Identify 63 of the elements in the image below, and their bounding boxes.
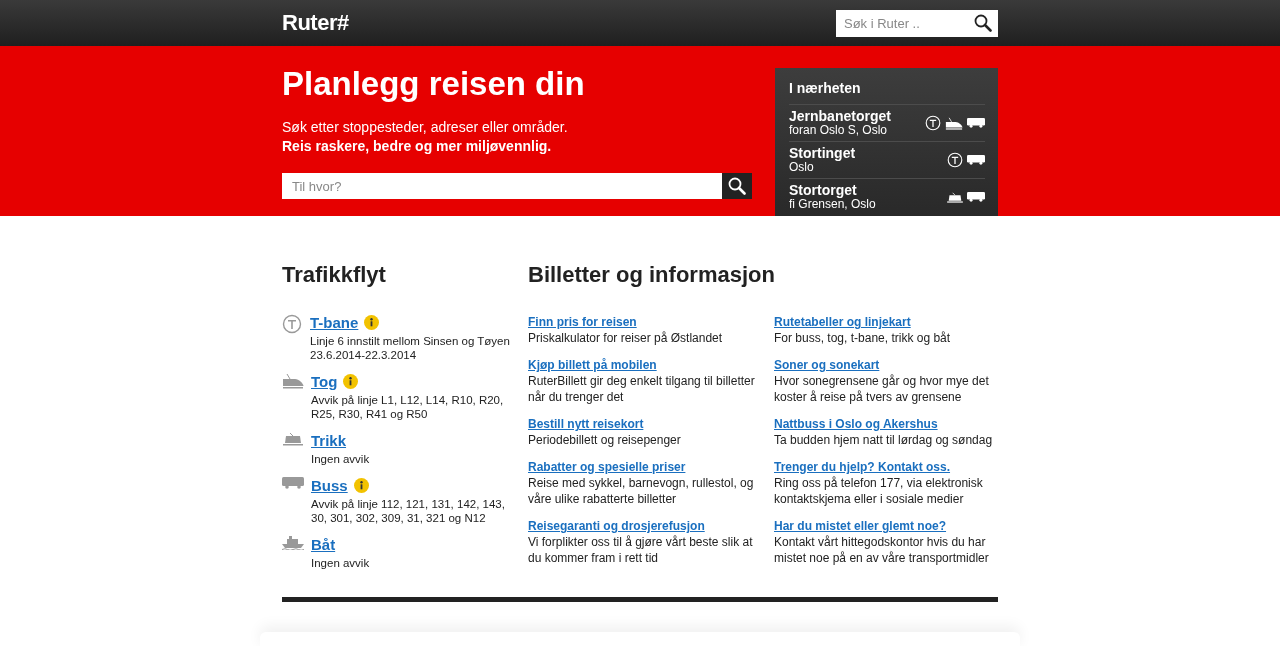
- link-description: Reise med sykkel, barnevogn, rullestol, og våre ulike rabatterte billetter: [528, 475, 755, 507]
- bus-icon: [967, 155, 985, 165]
- section-title: Billetter og informasjon: [528, 261, 776, 289]
- traffic-status: Avvik på linje L1, L12, L14, R10, R20, R25, R30, R41 og R50: [311, 393, 505, 421]
- info-link[interactable]: Bestill nytt reisekort: [528, 417, 644, 431]
- link-description: RuterBillett gir deg enkelt tilgang til billetter når du trenger det: [528, 373, 756, 405]
- info-link[interactable]: Finn pris for reisen: [528, 315, 637, 329]
- metro-icon: [947, 152, 963, 168]
- stop-name[interactable]: Stortinget: [789, 146, 856, 161]
- bus-icon: [967, 118, 985, 128]
- search-button[interactable]: [722, 173, 752, 199]
- info-link[interactable]: Trenger du hjelp? Kontakt oss.: [774, 460, 951, 474]
- info-icon[interactable]: [364, 314, 380, 330]
- info-icon[interactable]: [353, 477, 369, 493]
- section-title: Trafikkflyt: [282, 261, 387, 289]
- link-description: Vi forplikter oss til å gjøre vårt beste slik at du kommer fram i rett tid: [528, 534, 754, 566]
- traffic-status: Avvik på linje 112, 121, 131, 142, 143, 30, 301, 302, 309, 31, 321 og N12: [311, 497, 506, 525]
- link-description: Periodebillett og reisepenger: [528, 432, 682, 448]
- boat-icon: [281, 536, 304, 550]
- stop-location: fi Grensen, Oslo: [789, 198, 876, 211]
- link-description: Ring oss på telefon 177, via elektronisk kontaktskjema eller i sosiale medier: [774, 475, 984, 507]
- transport-link[interactable]: Trikk: [311, 431, 347, 449]
- metro-icon: [925, 115, 941, 131]
- site-search-field[interactable]: Søk i Ruter ..: [836, 9, 998, 37]
- hero-subtitle: Søk etter stoppesteder, adreser eller områder.: [282, 118, 569, 137]
- traffic-status: Ingen avvik: [311, 556, 370, 570]
- traffic-status: Ingen avvik: [311, 452, 370, 466]
- info-link[interactable]: Soner og sonekart: [774, 358, 880, 372]
- link-description: Hvor sonegrensene går og hvor mye det koster å reise på tvers av grensene: [774, 373, 990, 405]
- search-icon: [974, 13, 992, 32]
- traffic-status: Linje 6 innstilt mellom Sinsen og Tøyen 23.6.2014-22.3.2014: [310, 334, 511, 362]
- link-description: Ta budden hjem natt til lørdag og søndag: [774, 432, 994, 448]
- train-icon: [945, 116, 963, 130]
- bus-icon: [281, 477, 304, 489]
- search-icon: [728, 177, 746, 195]
- stop-name[interactable]: Jernbanetorget: [789, 109, 891, 124]
- hero-tagline: Reis raskere, bedre og mer miljøvennlig.: [282, 137, 553, 156]
- stop-location: foran Oslo S, Oslo: [789, 124, 888, 137]
- info-link[interactable]: Har du mistet eller glemt noe?: [774, 519, 947, 533]
- hero-title: Planlegg reisen din: [282, 64, 586, 104]
- metro-icon: [282, 314, 302, 334]
- info-link[interactable]: Nattbuss i Oslo og Akershus: [774, 417, 938, 431]
- info-link[interactable]: Rabatter og spesielle priser: [528, 460, 686, 474]
- bus-icon: [967, 192, 985, 202]
- destination-search-field[interactable]: Til hvor?: [282, 173, 722, 199]
- link-description: Priskalkulator for reiser på Østlandet: [528, 330, 724, 346]
- train-icon: [281, 373, 304, 389]
- stop-name[interactable]: Stortorget: [789, 183, 876, 198]
- tram-icon: [947, 191, 963, 203]
- link-description: For buss, tog, t-bane, trikk og båt: [774, 330, 952, 346]
- info-link[interactable]: Kjøp billett på mobilen: [528, 358, 657, 372]
- info-icon[interactable]: [343, 373, 359, 389]
- transport-link[interactable]: Tog: [311, 372, 338, 390]
- info-link[interactable]: Reisegaranti og drosjerefusjon: [528, 519, 705, 533]
- logo[interactable]: Ruter#: [282, 10, 349, 36]
- tram-icon: [282, 432, 303, 446]
- info-link[interactable]: Rutetabeller og linjekart: [774, 315, 911, 329]
- transport-link[interactable]: Buss: [311, 476, 348, 494]
- stop-location: Oslo: [789, 161, 814, 174]
- transport-link[interactable]: Båt: [311, 535, 336, 553]
- link-description: Kontakt vårt hittegodskontor hvis du har mistet noe på en av våre transportmidler: [774, 534, 990, 566]
- nearby-title: I nærheten: [789, 79, 862, 98]
- transport-link[interactable]: T-bane: [310, 313, 359, 331]
